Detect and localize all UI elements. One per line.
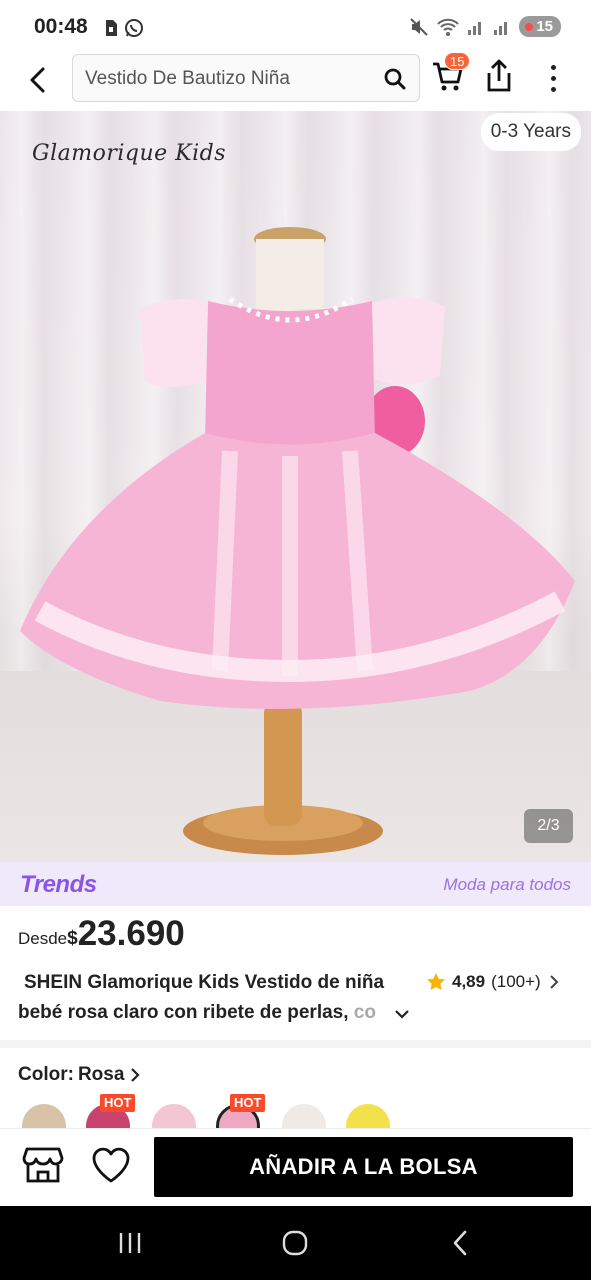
trends-logo: Trends: [20, 871, 97, 898]
whatsapp-icon: [125, 19, 143, 37]
chevron-right-icon: [131, 1068, 140, 1082]
status-bar: 00:48 15: [0, 0, 591, 56]
price-prefix: Desde: [18, 929, 68, 948]
search-input[interactable]: Vestido De Bautizo Niña: [72, 54, 420, 102]
product-dress-image: [20, 227, 575, 855]
mute-icon: [410, 17, 429, 36]
product-title-line2: bebé rosa claro con ribete de perlas, co: [18, 998, 384, 1028]
trends-tagline: Moda para todos: [443, 875, 571, 894]
product-image-carousel[interactable]: Glamorique Kids 0-3 Years 2/3: [0, 111, 591, 862]
hot-badge: HOT: [100, 1094, 136, 1112]
rating-summary[interactable]: 4,89 (100+): [426, 972, 561, 992]
cart-count-badge: 15: [444, 52, 471, 70]
color-swatch[interactable]: [282, 1104, 326, 1130]
home-button[interactable]: [275, 1226, 315, 1260]
trends-banner[interactable]: Trends Moda para todos: [0, 862, 591, 906]
search-query: Vestido De Bautizo Niña: [85, 68, 290, 89]
chevron-right-icon: [550, 975, 559, 989]
wifi-icon: [437, 18, 460, 36]
star-icon: [427, 973, 445, 990]
add-to-bag-button[interactable]: AÑADIR A LA BOLSA: [154, 1137, 573, 1197]
color-swatch[interactable]: [152, 1104, 196, 1130]
back-icon: [453, 1230, 467, 1256]
brand-logo: Glamorique Kids: [32, 141, 226, 166]
dot-icon: [550, 86, 556, 92]
battery-level: 15: [536, 18, 553, 35]
age-range-chip: 0-3 Years: [480, 113, 581, 151]
heart-icon: [92, 1147, 130, 1183]
home-icon: [282, 1230, 308, 1256]
back-button[interactable]: [20, 62, 56, 98]
status-time: 00:48: [34, 15, 88, 38]
hot-badge: HOT: [230, 1094, 266, 1112]
recent-apps-icon: [119, 1233, 141, 1253]
top-nav-bar: Vestido De Bautizo Niña 15: [0, 52, 591, 108]
dot-icon: [550, 64, 556, 70]
image-page-counter: 2/3: [524, 809, 573, 843]
color-swatches: HOT HOT: [20, 1094, 580, 1130]
product-title-fade: co: [348, 1002, 376, 1023]
store-button[interactable]: [22, 1145, 66, 1189]
rating-count: (100+): [491, 972, 541, 991]
more-options-button[interactable]: [540, 58, 566, 98]
color-swatch[interactable]: [346, 1104, 390, 1130]
product-title[interactable]: SHEIN Glamorique Kids Vestido de niña be…: [18, 968, 418, 1028]
signal-icon: [494, 21, 508, 35]
system-back-button[interactable]: [440, 1226, 480, 1260]
color-selector-header[interactable]: Color: Rosa: [18, 1064, 142, 1086]
system-navigation-bar: [0, 1206, 591, 1280]
color-label: Color:: [18, 1064, 74, 1085]
color-swatch[interactable]: [22, 1104, 66, 1130]
section-divider: [0, 1040, 591, 1048]
back-arrow-icon: [30, 67, 45, 93]
search-icon[interactable]: [383, 67, 407, 91]
color-value: Rosa: [77, 1064, 125, 1085]
price-value: 23.690: [77, 914, 185, 953]
status-right-icons: 15: [409, 16, 561, 37]
price-row: Desde $ 23.690: [18, 914, 185, 954]
bottom-action-bar: AÑADIR A LA BOLSA: [0, 1128, 591, 1206]
wishlist-button[interactable]: [90, 1145, 134, 1189]
dot-icon: [550, 75, 556, 81]
chevron-down-icon[interactable]: [393, 1005, 411, 1023]
share-button[interactable]: [484, 58, 520, 98]
status-left-icons: [104, 18, 144, 38]
signal-icon: [468, 21, 482, 35]
product-title-line1: SHEIN Glamorique Kids Vestido de niña: [24, 972, 385, 993]
sim-icon: [106, 20, 117, 36]
product-title-line2-text: bebé rosa claro con ribete de perlas,: [18, 1002, 349, 1023]
recent-apps-button[interactable]: [110, 1226, 150, 1260]
rating-score: 4,89: [452, 972, 486, 991]
store-icon: [22, 1147, 64, 1183]
share-icon: [487, 59, 511, 92]
price-currency: $: [67, 928, 78, 949]
battery-icon: 15: [519, 16, 561, 37]
